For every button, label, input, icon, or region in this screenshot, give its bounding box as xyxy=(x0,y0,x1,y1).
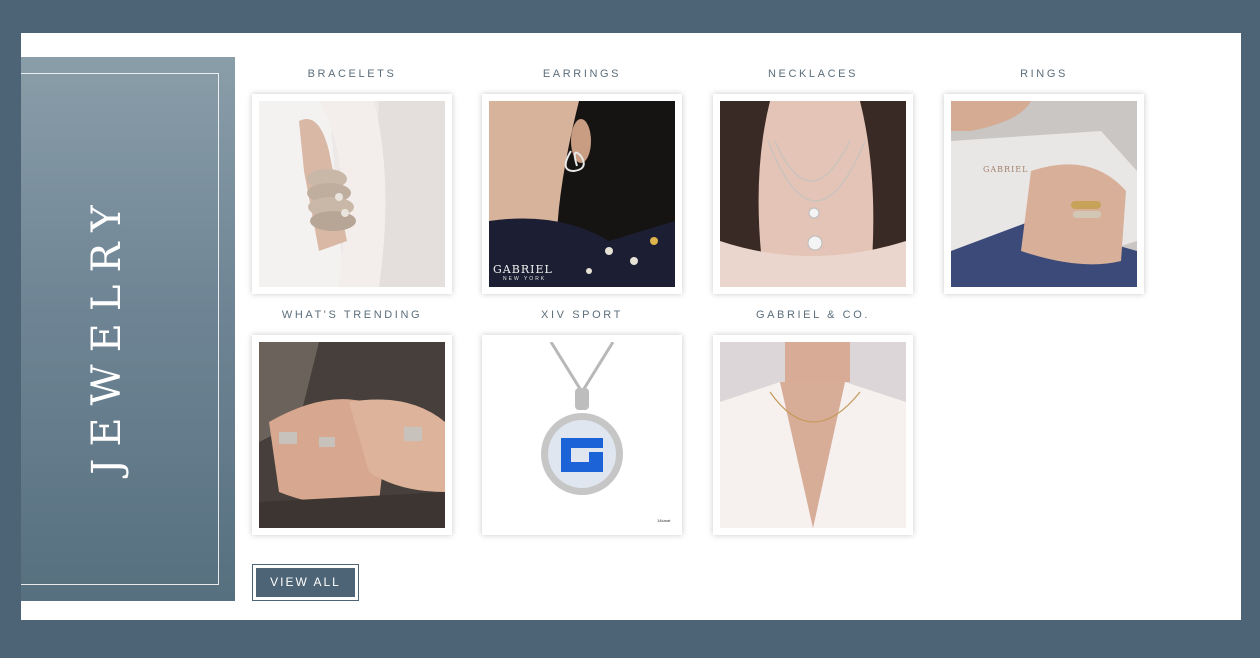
category-tile-whats-trending[interactable]: WHAT'S TRENDING xyxy=(252,301,452,541)
earrings-brand-subtext: NEW YORK xyxy=(503,276,547,282)
category-label-necklaces: NECKLACES xyxy=(767,68,859,80)
category-frame: 14karat xyxy=(482,335,682,535)
category-tile-rings[interactable]: RINGS GABRIEL xyxy=(944,60,1144,300)
category-frame: GABRIEL NEW YORK xyxy=(482,94,682,294)
category-tile-bracelets[interactable]: BRACELETS xyxy=(252,60,452,300)
category-tile-necklaces[interactable]: NECKLACES xyxy=(713,60,913,300)
rings-image[interactable]: GABRIEL xyxy=(951,101,1137,287)
category-frame xyxy=(713,94,913,294)
gabriel-co-image[interactable] xyxy=(720,342,906,528)
category-label-whats-trending: WHAT'S TRENDING xyxy=(281,309,423,321)
sport-tag-text: 14karat xyxy=(657,518,671,523)
earrings-image[interactable]: GABRIEL NEW YORK xyxy=(489,101,675,287)
rings-box-brand-text: GABRIEL xyxy=(983,165,1029,174)
category-frame: GABRIEL xyxy=(944,94,1144,294)
bracelets-image[interactable] xyxy=(259,101,445,287)
category-tile-gabriel-co[interactable]: GABRIEL & CO. xyxy=(713,301,913,541)
category-label-rings: RINGS xyxy=(1020,68,1068,80)
category-label-earrings: EARRINGS xyxy=(542,68,622,80)
category-frame xyxy=(252,335,452,535)
category-tile-earrings[interactable]: EARRINGS GABRIEL NEW YORK xyxy=(482,60,682,300)
view-all-button[interactable]: VIEW ALL xyxy=(252,564,359,601)
whats-trending-image[interactable] xyxy=(259,342,445,528)
category-frame xyxy=(252,94,452,294)
necklaces-image[interactable] xyxy=(720,101,906,287)
earrings-brand-text: GABRIEL xyxy=(493,263,553,276)
view-all-label: VIEW ALL xyxy=(256,568,355,597)
section-title: JEWELRY xyxy=(84,193,130,475)
category-frame xyxy=(713,335,913,535)
category-tile-xiv-sport[interactable]: XIV SPORT 14karat xyxy=(482,301,682,541)
category-label-gabriel-co: GABRIEL & CO. xyxy=(755,309,871,321)
category-label-xiv-sport: XIV SPORT xyxy=(541,309,623,321)
xiv-sport-image[interactable]: 14karat xyxy=(489,342,675,528)
category-label-bracelets: BRACELETS xyxy=(307,68,397,80)
